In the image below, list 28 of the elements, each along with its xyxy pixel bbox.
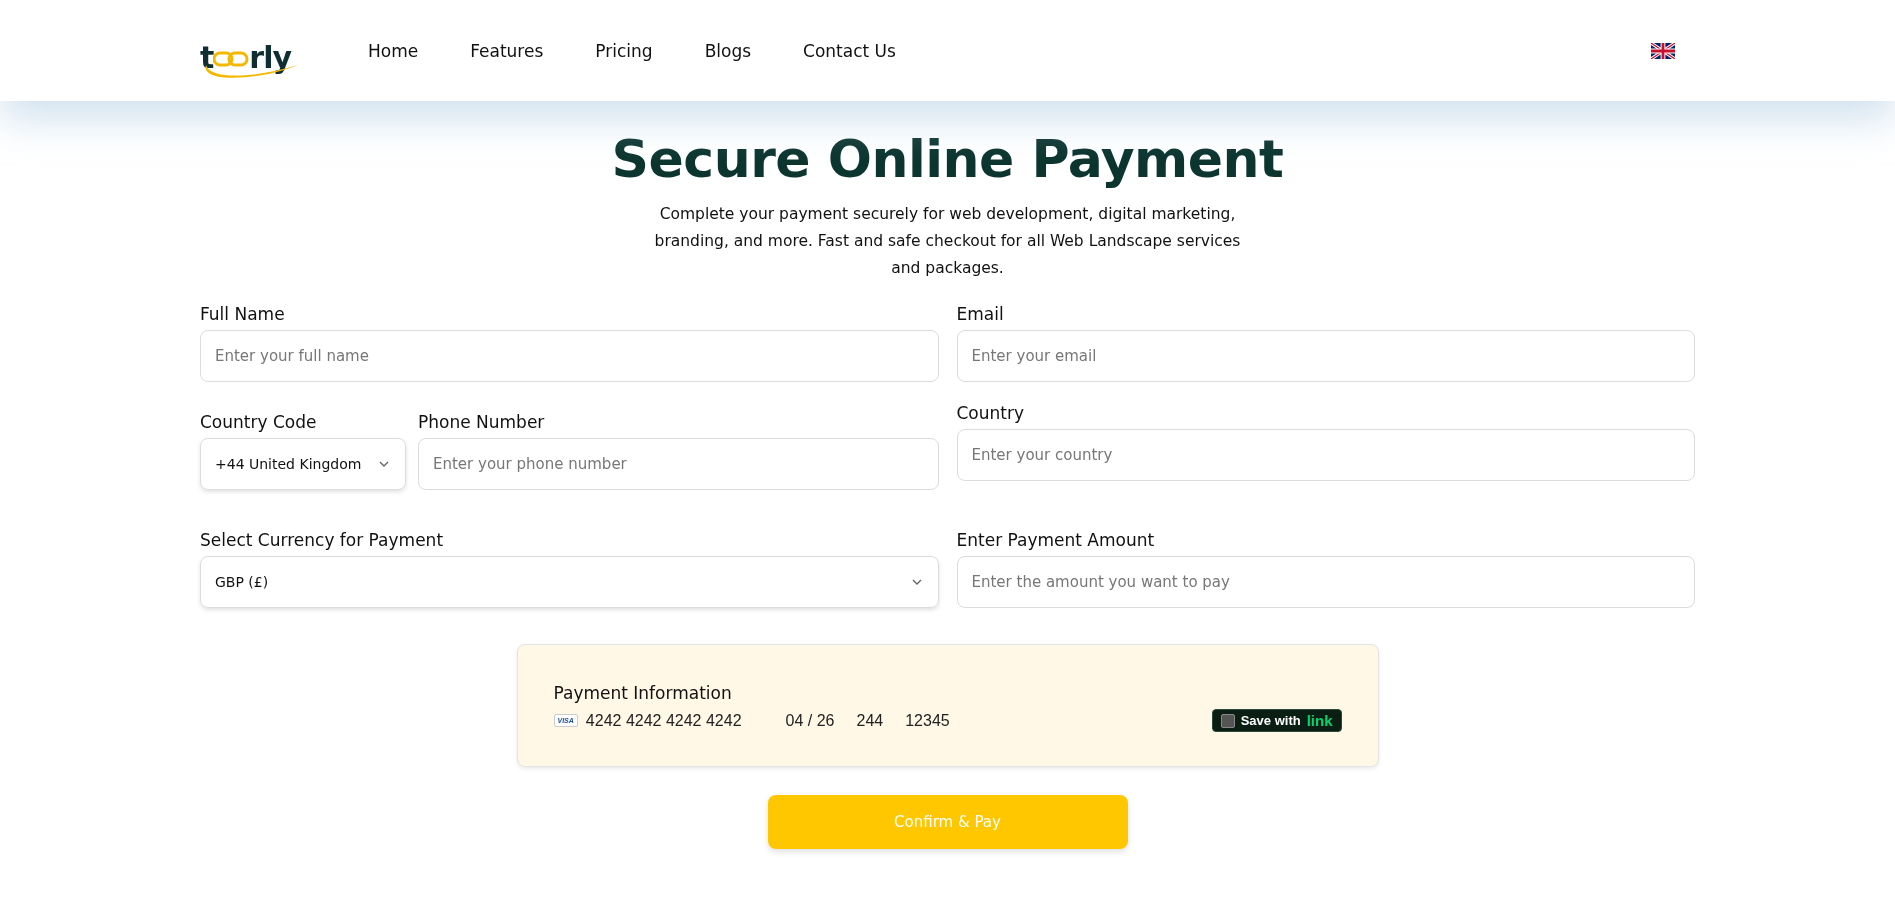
field-label: Country Code [200, 412, 318, 432]
page-subtitle: Complete your payment securely for web development, digital marketing, branding, and more. Fast and safe checkout for all Web Landscape services and packages. [653, 204, 1242, 279]
field-label: Select Currency for Payment [200, 530, 445, 550]
input-field[interactable]: Enter your country [956, 429, 1695, 481]
card-title: Payment Information [553, 683, 733, 703]
currency-select[interactable]: GBP (£) [200, 556, 939, 608]
postal-code[interactable]: 12345 [905, 711, 950, 730]
input-field[interactable]: Enter your full name [200, 330, 939, 382]
card-expiry[interactable]: 04 / 26 [785, 711, 835, 730]
field-label: Enter Payment Amount [956, 530, 1156, 550]
field-label: Country [956, 403, 1026, 423]
input-field[interactable]: Enter the amount you want to pay [956, 556, 1695, 608]
nav-link[interactable]: Contact Us [803, 40, 896, 61]
card-cvc[interactable]: 244 [856, 711, 884, 730]
nav-link[interactable]: Blogs [704, 40, 752, 61]
field-label: Phone Number [418, 412, 546, 432]
field-label: Full Name [200, 304, 286, 324]
card-number[interactable]: 4242 4242 4242 4242 [585, 711, 742, 730]
nav-link[interactable]: Pricing [595, 40, 653, 61]
country-code-select[interactable]: +44 United Kingdom [200, 438, 406, 490]
nav-link[interactable]: Features [470, 40, 544, 61]
field-label: Email [956, 304, 1005, 324]
nav-link[interactable]: Home [368, 40, 419, 61]
save-with-link-button[interactable]: Save with link [1211, 709, 1342, 732]
page-title: Secure Online Payment [610, 129, 1285, 189]
input-field[interactable]: Enter your email [956, 330, 1695, 382]
logo[interactable]: t rly [200, 26, 306, 75]
input-field[interactable]: Enter your phone number [418, 438, 939, 490]
